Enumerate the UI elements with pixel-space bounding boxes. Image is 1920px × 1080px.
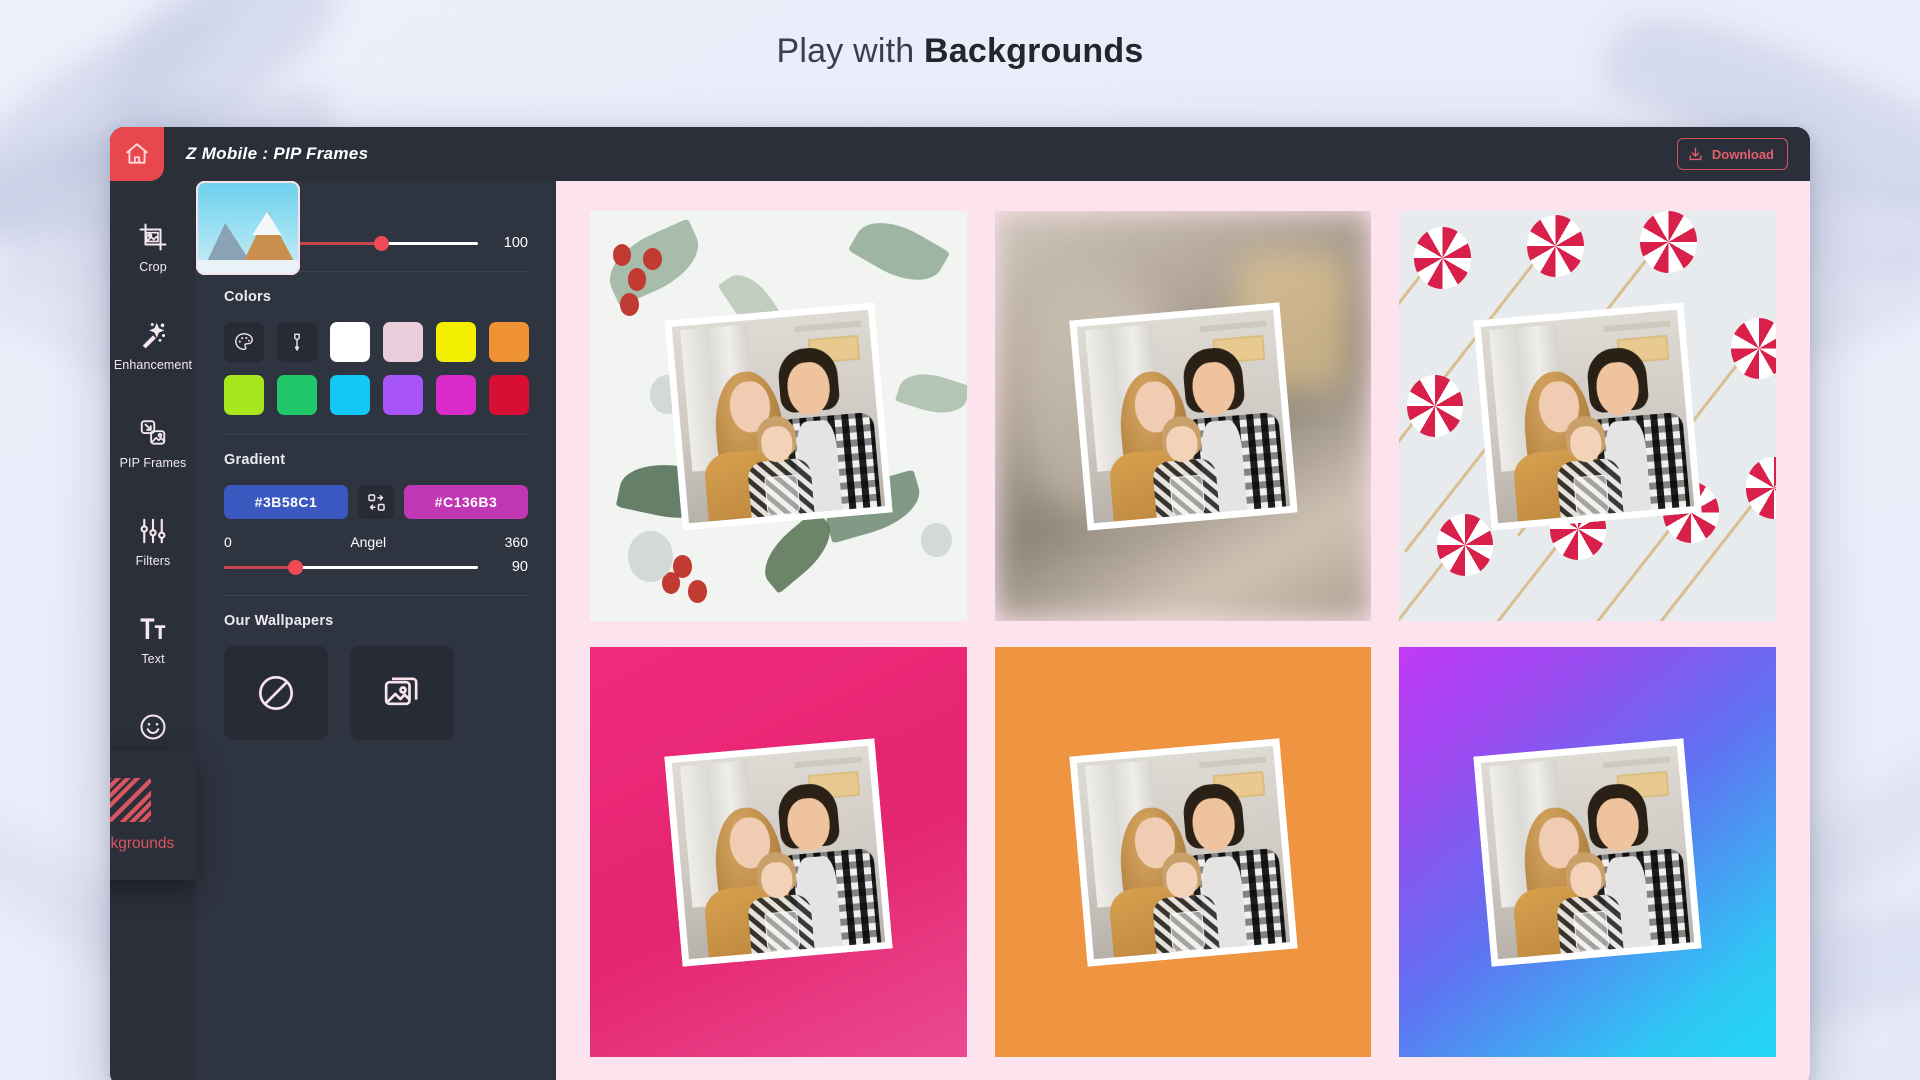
color-swatch-red[interactable]	[489, 375, 529, 415]
color-swatch-lime[interactable]	[224, 375, 264, 415]
photo	[1480, 309, 1695, 523]
photo	[1480, 745, 1695, 959]
preview-lollipops[interactable]	[1399, 211, 1776, 621]
gradient-section-title: Gradient	[224, 452, 286, 468]
color-swatch-palette-picker[interactable]	[224, 322, 264, 362]
tool-item-backgrounds[interactable]: Backgrounds	[110, 750, 196, 880]
tool-item-enhancement[interactable]: Enhancement	[110, 297, 196, 395]
color-swatch-pink[interactable]	[383, 322, 423, 362]
no-entry-icon	[259, 676, 293, 710]
preview-orange[interactable]	[994, 647, 1372, 1057]
gradient-start-color-chip[interactable]: #3B58C1	[224, 485, 348, 519]
wallpaper-snowy-peaks[interactable]	[196, 181, 300, 275]
photo	[671, 309, 885, 523]
palette-icon	[235, 333, 253, 351]
page-title-light: Play with	[776, 32, 925, 70]
swap-colors-icon	[367, 493, 385, 511]
color-swatch-grid	[224, 322, 529, 415]
photo-frame	[1068, 737, 1298, 967]
preview-gradient[interactable]	[1399, 647, 1776, 1057]
app-window: Z Mobile : PIP Frames Download Crop Enha…	[110, 127, 1810, 1080]
page-title: Play with Backgrounds	[0, 32, 1920, 71]
download-icon	[1689, 146, 1702, 160]
angle-max: 360	[504, 534, 528, 550]
gradient-end-color-chip[interactable]: #C136B3	[404, 485, 528, 519]
text-tt-icon	[140, 618, 166, 639]
wallpaper-grid	[196, 181, 528, 740]
color-swatch-cyan[interactable]	[330, 375, 370, 415]
settings-panel: Blur 100 Colors Gradient #3B58C1	[196, 181, 556, 1080]
preview-pink[interactable]	[590, 647, 967, 1057]
wallpaper-add-from-gallery[interactable]	[350, 646, 454, 740]
preview-botanical[interactable]	[590, 211, 967, 621]
tool-item-label: Enhancement	[113, 358, 193, 372]
tool-item-label: Text	[141, 652, 165, 666]
photo-frame	[1473, 301, 1702, 531]
gradient-colors-row: #3B58C1 #C136B3	[224, 485, 528, 519]
pip-frames-icon	[140, 420, 166, 445]
app-window-title: Z Mobile : PIP Frames	[186, 144, 369, 163]
color-swatch-yellow[interactable]	[436, 322, 476, 362]
color-swatch-eyedropper-picker[interactable]	[277, 322, 317, 362]
wallpaper-no-wallpaper[interactable]	[224, 646, 328, 740]
divider	[224, 434, 528, 435]
tool-rail: Crop Enhancement PIP Frames Filters Text…	[110, 181, 196, 1080]
tool-item-label: PIP Frames	[119, 456, 187, 470]
tool-item-pip-frames[interactable]: PIP Frames	[110, 395, 196, 493]
tool-item-text[interactable]: Text	[110, 591, 196, 689]
wallpapers-section-title: Our Wallpapers	[224, 613, 334, 629]
app-titlebar: Z Mobile : PIP Frames Download	[110, 127, 1810, 181]
blur-value: 100	[503, 235, 528, 251]
photo	[1076, 745, 1290, 959]
gradient-swap-button[interactable]	[358, 485, 394, 519]
magic-wand-icon	[142, 322, 166, 349]
color-swatch-violet[interactable]	[383, 375, 423, 415]
photo	[671, 745, 885, 959]
gallery-icon	[384, 677, 418, 706]
color-swatch-green[interactable]	[277, 375, 317, 415]
crop-image-icon	[139, 223, 167, 251]
tool-item-filters[interactable]: Filters	[110, 493, 196, 591]
home-button[interactable]	[110, 127, 164, 181]
photo-frame	[1068, 301, 1298, 531]
gradient-angle-slider[interactable]	[224, 558, 478, 576]
tool-item-label: Crop	[139, 260, 167, 274]
photo-frame	[664, 301, 893, 531]
preview-blurred[interactable]	[994, 211, 1372, 621]
preview-canvas	[556, 181, 1810, 1080]
divider	[224, 595, 528, 596]
tool-item-crop[interactable]: Crop	[110, 199, 196, 297]
photo-frame	[664, 737, 893, 967]
gradient-angle-labels: 0 Angel 360	[224, 534, 528, 550]
color-swatch-magenta[interactable]	[436, 375, 476, 415]
sliders-icon	[140, 518, 166, 544]
gradient-angle-value: 90	[511, 559, 528, 575]
angle-label: Angel	[350, 534, 387, 550]
download-label: Download	[1711, 146, 1774, 162]
color-swatch-white[interactable]	[330, 322, 370, 362]
photo-frame	[1473, 737, 1702, 967]
colors-section-title: Colors	[224, 289, 272, 305]
tool-item-label: Filters	[135, 554, 171, 568]
download-button[interactable]: Download	[1676, 138, 1788, 170]
page-title-strong: Backgrounds	[924, 32, 1144, 70]
diagonal-stripes-icon	[110, 777, 152, 823]
color-swatch-orange[interactable]	[489, 322, 529, 362]
angle-min: 0	[224, 534, 232, 550]
home-icon	[126, 143, 148, 164]
angle-slider-row: 90	[224, 558, 528, 576]
tool-item-label: Backgrounds	[110, 835, 175, 852]
smiley-icon	[140, 714, 166, 740]
photo	[1076, 309, 1290, 523]
eyedropper-icon	[294, 333, 300, 351]
